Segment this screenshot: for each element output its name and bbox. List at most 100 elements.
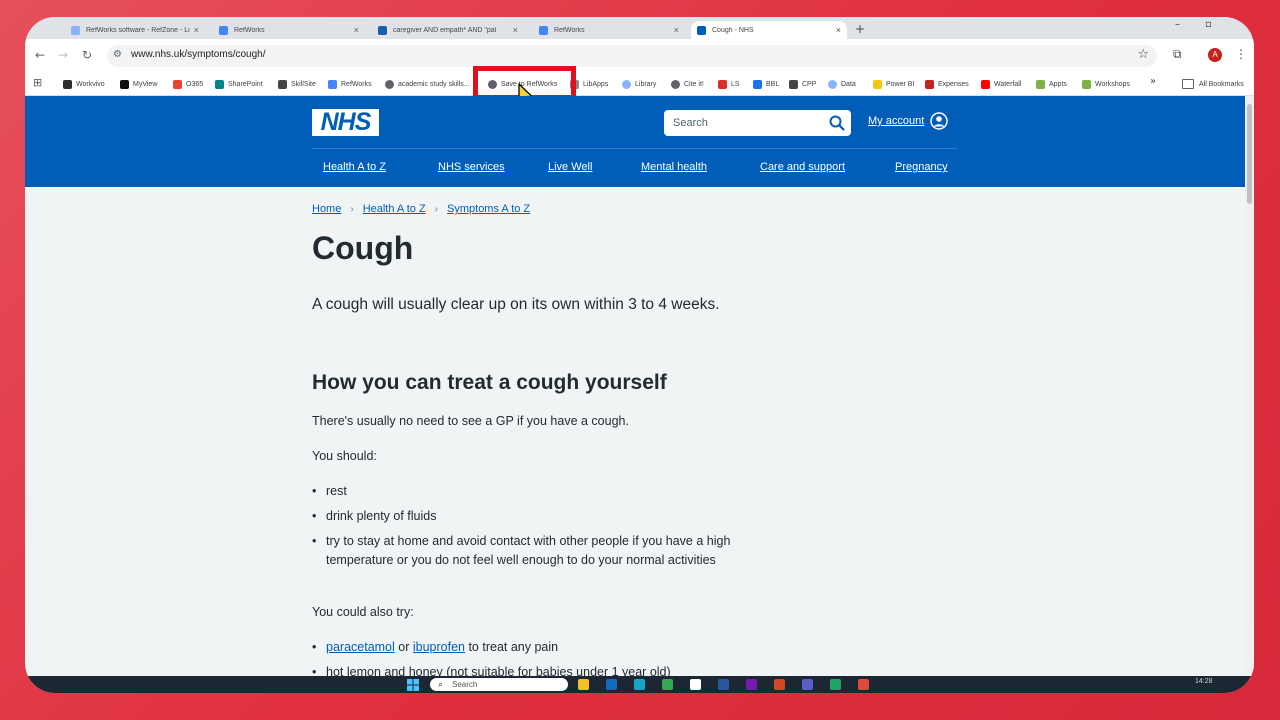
minimize-icon[interactable]: – <box>1175 19 1180 30</box>
nav-care-and-support[interactable]: Care and support <box>760 161 845 173</box>
edge-icon[interactable] <box>634 679 645 690</box>
bookmark-label: SkillSite <box>291 80 316 88</box>
nav-pregnancy[interactable]: Pregnancy <box>895 161 948 173</box>
extensions-icon[interactable]: ⧉ <box>1173 47 1182 62</box>
chrome-icon[interactable] <box>662 679 673 690</box>
outlook-icon[interactable] <box>606 679 617 690</box>
bookmark-waterfall[interactable]: Waterfall <box>981 76 1021 92</box>
nhs-logo[interactable]: NHS <box>312 109 379 136</box>
sharepoint-icon <box>215 79 224 89</box>
document-icon[interactable] <box>690 679 701 690</box>
bookmark-o365[interactable]: O365 <box>173 76 203 92</box>
bookmark-label: academic study skills... <box>398 80 470 88</box>
file-explorer-icon[interactable] <box>578 679 589 690</box>
omnibox[interactable]: ⚙ www.nhs.uk/symptoms/cough/ ☆ <box>107 45 1157 67</box>
bookmark-data[interactable]: Data <box>828 76 856 92</box>
breadcrumb-health-a-to-z[interactable]: Health A to Z <box>363 203 426 215</box>
ibuprofen-link[interactable]: ibuprofen <box>413 640 465 654</box>
site-info-icon[interactable]: ⚙ <box>113 49 122 60</box>
tab-refworks[interactable]: RefWorks × <box>213 21 365 39</box>
workvivo-icon <box>63 79 72 89</box>
close-icon[interactable]: × <box>354 25 359 35</box>
red-app-icon[interactable] <box>858 679 869 690</box>
address-bar-row: ← → ↻ ⚙ www.nhs.uk/symptoms/cough/ ☆ <box>25 39 1254 73</box>
windows-start-icon[interactable] <box>407 679 419 691</box>
bookmark-academic-study-skills[interactable]: academic study skills... <box>385 76 470 92</box>
bookmark-power-bi[interactable]: Power BI <box>873 76 914 92</box>
onenote-icon[interactable] <box>746 679 757 690</box>
search-input[interactable] <box>664 110 824 136</box>
word-icon[interactable] <box>718 679 729 690</box>
should-list: rest drink plenty of fluids try to stay … <box>312 482 742 576</box>
list-item: drink plenty of fluids <box>312 507 742 526</box>
breadcrumb-symptoms-a-to-z[interactable]: Symptoms A to Z <box>447 203 530 215</box>
folder-icon <box>1182 79 1194 89</box>
tab-cough-nhs[interactable]: Cough - NHS × <box>691 21 847 39</box>
search-button[interactable] <box>823 110 851 136</box>
tab-favicon <box>697 25 706 35</box>
close-icon[interactable]: × <box>513 25 518 35</box>
taskbar-search[interactable]: ⌕ Search <box>430 678 568 691</box>
page-title: Cough <box>312 230 414 266</box>
back-icon[interactable]: ← <box>35 48 45 62</box>
bookmark-star-icon[interactable]: ☆ <box>1137 47 1149 62</box>
pain-text: to treat any pain <box>464 640 559 654</box>
bookmark-label: LibApps <box>583 80 609 88</box>
globe-icon <box>385 79 394 89</box>
bookmark-expenses[interactable]: Expenses <box>925 76 969 92</box>
no-need-text: There's usually no need to see a GP if y… <box>312 414 629 428</box>
bookmark-sharepoint[interactable]: SharePoint <box>215 76 263 92</box>
globe-icon <box>671 79 680 89</box>
bookmark-skillsite[interactable]: SkillSite <box>278 76 316 92</box>
bookmark-refworks[interactable]: RefWorks <box>328 76 372 92</box>
bookmark-library[interactable]: Library <box>622 76 656 92</box>
bookmark-cpp[interactable]: CPP <box>789 76 816 92</box>
close-icon[interactable]: × <box>836 25 841 35</box>
bookmark-cite-it[interactable]: Cite it! <box>671 76 704 92</box>
bookmark-appts[interactable]: Appts <box>1036 76 1067 92</box>
search-icon <box>829 115 845 131</box>
tab-label: RefWorks software - RefZone - Lib <box>86 26 190 34</box>
nav-nhs-services[interactable]: NHS services <box>438 161 505 173</box>
reload-icon[interactable]: ↻ <box>82 48 92 62</box>
menu-icon[interactable]: ⋮ <box>1235 47 1247 61</box>
bookmark-bbl[interactable]: BBL <box>753 76 779 92</box>
tab-refworks-software[interactable]: RefWorks software - RefZone - Lib × <box>65 21 205 39</box>
bookmark-label: Data <box>841 80 856 88</box>
profile-avatar[interactable]: A <box>1208 48 1222 62</box>
nav-health-a-to-z[interactable]: Health A to Z <box>323 161 386 173</box>
tab-search-query[interactable]: caregiver AND empath* AND "pal × <box>372 21 524 39</box>
apps-grid-icon[interactable]: ⊞ <box>33 76 42 89</box>
teams-icon[interactable] <box>802 679 813 690</box>
bookmark-workvivo[interactable]: Workvivo <box>63 76 105 92</box>
list-item: try to stay at home and avoid contact wi… <box>312 532 742 570</box>
more-bookmarks-icon[interactable]: » <box>1150 76 1156 87</box>
scrollbar[interactable] <box>1245 96 1254 693</box>
close-icon[interactable]: × <box>674 25 679 35</box>
paracetamol-link[interactable]: paracetamol <box>326 640 395 654</box>
scrollbar-thumb[interactable] <box>1247 104 1252 204</box>
tab-refworks-2[interactable]: RefWorks × <box>533 21 685 39</box>
green-app-icon[interactable] <box>830 679 841 690</box>
powerpoint-icon[interactable] <box>774 679 785 690</box>
nav-live-well[interactable]: Live Well <box>548 161 592 173</box>
nav-mental-health[interactable]: Mental health <box>641 161 707 173</box>
bookmark-ls[interactable]: LS <box>718 76 740 92</box>
breadcrumb-home[interactable]: Home <box>312 203 341 215</box>
close-icon[interactable]: × <box>194 25 199 35</box>
appts-icon <box>1036 79 1045 89</box>
tab-strip: RefWorks software - RefZone - Lib × RefW… <box>25 17 1254 39</box>
my-account-link[interactable]: My account <box>868 112 948 130</box>
bookmark-workshops[interactable]: Workshops <box>1082 76 1130 92</box>
new-tab-button[interactable]: + <box>855 22 865 36</box>
maximize-icon[interactable]: ▫ <box>1205 19 1212 30</box>
bookmark-myview[interactable]: MyView <box>120 76 157 92</box>
could-also-text: You could also try: <box>312 605 414 619</box>
bookmark-label: O365 <box>186 80 204 88</box>
tab-label: RefWorks <box>234 26 265 34</box>
forward-icon[interactable]: → <box>58 48 68 62</box>
nav-divider <box>312 148 957 149</box>
bookmark-label: Waterfall <box>994 80 1022 88</box>
url-text[interactable]: www.nhs.uk/symptoms/cough/ <box>131 49 266 60</box>
all-bookmarks[interactable]: All Bookmarks <box>1182 76 1244 92</box>
